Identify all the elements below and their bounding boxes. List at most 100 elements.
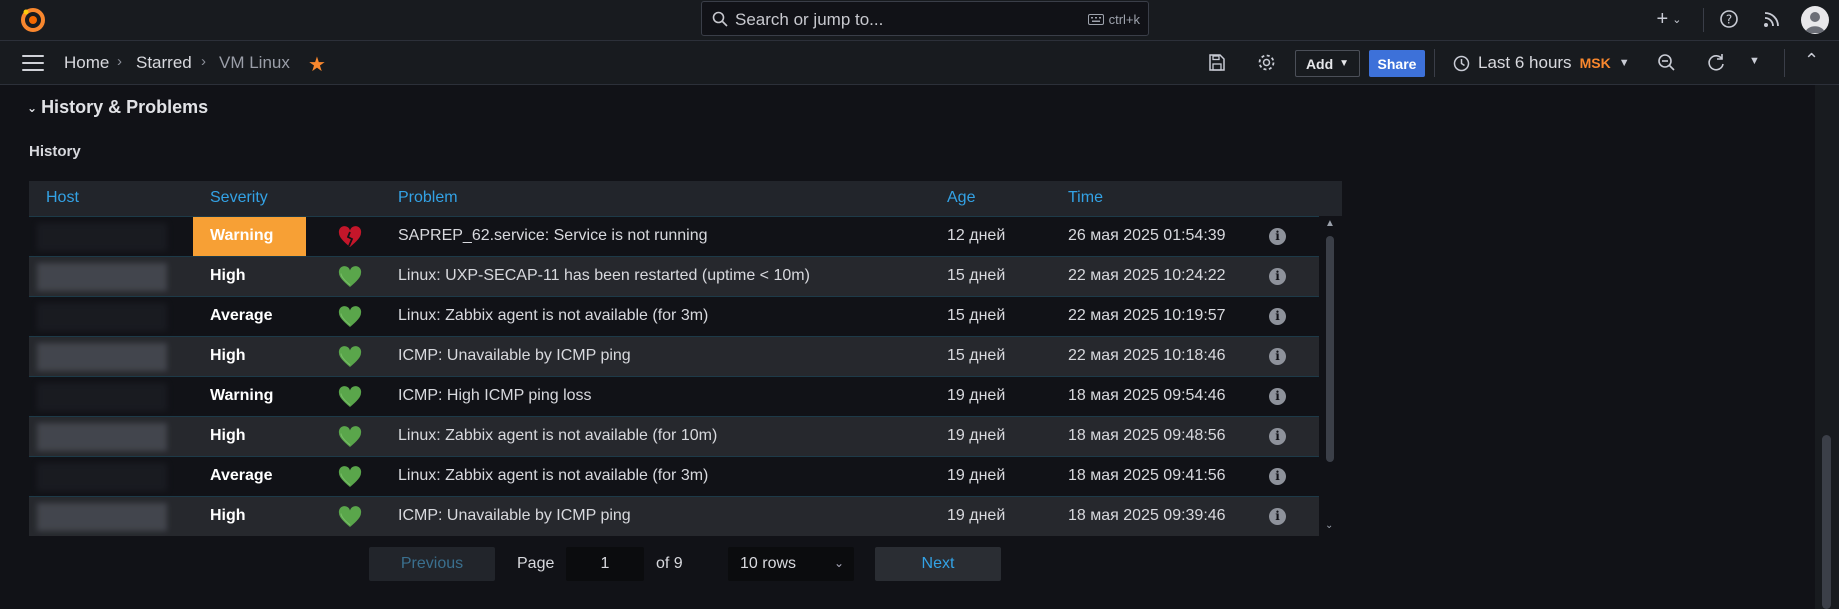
clock-icon <box>1453 55 1470 71</box>
table-row[interactable]: High ICMP: Unavailable by ICMP ping 19 дне… <box>29 496 1319 536</box>
host-cell[interactable] <box>37 503 167 531</box>
host-cell[interactable] <box>37 263 167 291</box>
page-count-label: of 9 <box>656 555 683 572</box>
previous-button[interactable]: Previous <box>369 547 495 581</box>
info-icon[interactable]: i <box>1269 388 1286 405</box>
host-cell[interactable] <box>37 383 167 411</box>
column-age[interactable]: Age <box>947 189 975 207</box>
table-body: Warning SAPREP_62.service: Service is not… <box>29 216 1319 536</box>
chevron-right-icon: › <box>117 53 122 70</box>
chevron-down-icon: ▼ <box>1618 57 1630 69</box>
search-input[interactable]: Search or jump to... ctrl+k <box>701 1 1149 36</box>
time-cell: 22 мая 2025 10:24:22 <box>1068 267 1226 284</box>
info-icon[interactable]: i <box>1269 348 1286 365</box>
problem-cell[interactable]: ICMP: High ICMP ping loss <box>398 387 592 405</box>
breadcrumb-current: VM Linux <box>219 53 290 72</box>
next-button[interactable]: Next <box>875 547 1001 581</box>
rows-per-page-select[interactable]: 10 rows ⌄ <box>728 547 854 581</box>
problem-cell[interactable]: SAPREP_62.service: Service is not runnin… <box>398 227 707 245</box>
scrollbar-thumb[interactable] <box>1326 236 1334 462</box>
grafana-logo-icon[interactable] <box>20 7 46 33</box>
page-scrollbar[interactable] <box>1815 85 1839 609</box>
heart-icon <box>338 346 362 367</box>
share-button[interactable]: Share <box>1369 50 1425 77</box>
divider <box>1434 49 1435 77</box>
help-icon[interactable]: ? <box>1719 8 1739 30</box>
problem-cell[interactable]: Linux: Zabbix agent is not available (fo… <box>398 467 708 485</box>
table-row[interactable]: Warning ICMP: High ICMP ping loss 19 дней 1… <box>29 376 1319 416</box>
severity-cell: Warning <box>193 217 306 256</box>
severity-cell: High <box>210 427 246 444</box>
age-cell: 15 дней <box>947 267 1006 284</box>
table-row[interactable]: Average Linux: Zabbix agent is not availa… <box>29 456 1319 496</box>
severity-cell: Average <box>210 467 273 484</box>
news-icon[interactable] <box>1763 8 1781 30</box>
refresh-icon[interactable] <box>1707 53 1726 72</box>
gear-icon[interactable] <box>1257 53 1276 72</box>
table-row[interactable]: Warning SAPREP_62.service: Service is not… <box>29 216 1319 256</box>
problem-cell[interactable]: Linux: UXP-SECAP-11 has been restarted (… <box>398 267 810 285</box>
avatar[interactable] <box>1801 6 1829 34</box>
scroll-up-icon[interactable]: ▲ <box>1325 218 1335 229</box>
age-cell: 19 дней <box>947 507 1006 524</box>
column-time[interactable]: Time <box>1068 189 1103 207</box>
column-host[interactable]: Host <box>46 189 79 207</box>
time-cell: 22 мая 2025 10:18:46 <box>1068 347 1226 364</box>
heart-icon <box>338 306 362 327</box>
collapse-up-icon[interactable]: ⌃ <box>1804 50 1819 71</box>
history-table: Host Severity Problem Age Time Warning SA… <box>29 181 1342 537</box>
save-icon[interactable] <box>1208 54 1225 71</box>
problem-cell[interactable]: ICMP: Unavailable by ICMP ping <box>398 507 631 525</box>
new-plus-button[interactable]: + ⌄ <box>1651 8 1687 30</box>
row-header[interactable]: ⌄ History & Problems <box>27 97 208 118</box>
chevron-right-icon: › <box>201 53 206 70</box>
row-title: History & Problems <box>41 97 209 117</box>
host-cell[interactable] <box>37 423 167 451</box>
age-cell: 19 дней <box>947 387 1006 404</box>
info-icon[interactable]: i <box>1269 308 1286 325</box>
column-severity[interactable]: Severity <box>210 189 268 207</box>
table-header: Host Severity Problem Age Time <box>29 181 1342 216</box>
timezone-label: MSK <box>1579 55 1611 71</box>
problem-cell[interactable]: ICMP: Unavailable by ICMP ping <box>398 347 631 365</box>
problem-cell[interactable]: Linux: Zabbix agent is not available (fo… <box>398 307 708 325</box>
info-icon[interactable]: i <box>1269 268 1286 285</box>
breadcrumb-starred[interactable]: Starred <box>136 53 192 73</box>
severity-cell: High <box>210 347 246 364</box>
info-icon[interactable]: i <box>1269 468 1286 485</box>
table-scrollbar[interactable]: ▲ ⌄ <box>1319 216 1342 537</box>
chevron-down-icon: ▼ <box>1339 58 1350 69</box>
scroll-down-icon[interactable]: ⌄ <box>1325 520 1333 531</box>
page-number-input[interactable]: 1 <box>566 547 644 581</box>
table-row[interactable]: High Linux: Zabbix agent is not available… <box>29 416 1319 456</box>
search-placeholder: Search or jump to... <box>735 10 884 29</box>
zoom-out-icon[interactable] <box>1657 53 1676 72</box>
add-button[interactable]: Add ▼ <box>1295 50 1360 77</box>
host-cell[interactable] <box>37 463 167 491</box>
table-row[interactable]: Average Linux: Zabbix agent is not availa… <box>29 296 1319 336</box>
scrollbar-thumb[interactable] <box>1822 435 1831 609</box>
severity-cell: High <box>210 507 246 524</box>
info-icon[interactable]: i <box>1269 228 1286 245</box>
refresh-interval-chevron-icon[interactable]: ▼ <box>1749 55 1760 67</box>
time-range-label: Last 6 hours <box>1478 53 1572 72</box>
breadcrumb-home[interactable]: Home <box>64 53 109 73</box>
heart-icon <box>338 506 362 527</box>
problem-cell[interactable]: Linux: Zabbix agent is not available (fo… <box>398 427 717 445</box>
table-row[interactable]: High Linux: UXP-SECAP-11 has been restart… <box>29 256 1319 296</box>
host-cell[interactable] <box>37 303 167 331</box>
heart-icon <box>338 266 362 287</box>
search-shortcut: ctrl+k <box>1087 12 1140 27</box>
host-cell[interactable] <box>37 223 167 251</box>
info-icon[interactable]: i <box>1269 428 1286 445</box>
heart-icon <box>338 466 362 487</box>
menu-icon[interactable] <box>22 55 44 71</box>
time-range-picker[interactable]: Last 6 hours MSK ▼ <box>1453 51 1630 75</box>
star-icon[interactable]: ★ <box>308 52 326 77</box>
table-row[interactable]: High ICMP: Unavailable by ICMP ping 15 дне… <box>29 336 1319 376</box>
broken-heart-icon <box>338 226 362 247</box>
age-cell: 15 дней <box>947 307 1006 324</box>
info-icon[interactable]: i <box>1269 508 1286 525</box>
host-cell[interactable] <box>37 343 167 371</box>
column-problem[interactable]: Problem <box>398 189 458 207</box>
